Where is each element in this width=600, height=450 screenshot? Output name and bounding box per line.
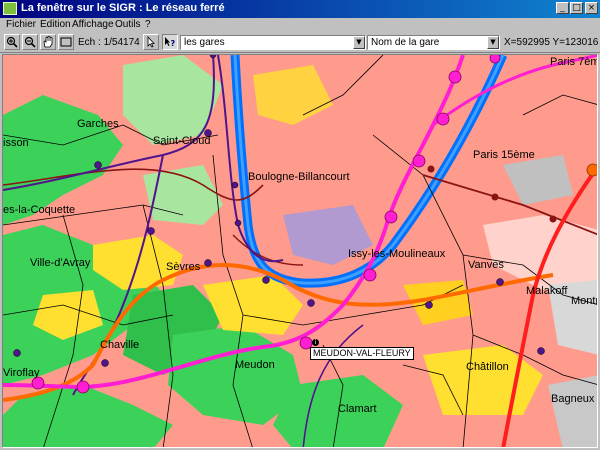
window-title: La fenêtre sur le SIGR : Le réseau ferré (21, 2, 225, 14)
place-label: Clamart (338, 403, 377, 415)
hand-pan-icon (43, 36, 53, 48)
station-marker (101, 359, 109, 367)
chevron-down-icon[interactable]: ▼ (487, 36, 499, 49)
station-marker (307, 299, 315, 307)
place-label: Ville-d'Avray (30, 257, 91, 269)
place-label: Vanves (468, 259, 504, 271)
station-marker (147, 227, 155, 235)
place-label: Meudon (235, 359, 275, 371)
station-marker (384, 210, 398, 224)
place-label: Montr (571, 295, 598, 307)
station-marker (231, 181, 239, 189)
station-marker (204, 259, 212, 267)
pan-button[interactable] (40, 34, 56, 50)
map-view[interactable]: Garches Saint-Cloud Boulogne-Billancourt… (2, 54, 598, 448)
attribute-select[interactable]: Nom de la gare ▼ (367, 35, 500, 50)
menu-outils[interactable]: Outils (115, 19, 141, 30)
place-label: es-la-Coquette (3, 204, 76, 216)
minimize-button[interactable]: _ (556, 2, 569, 14)
station-marker (448, 70, 462, 84)
close-button[interactable]: × (585, 2, 598, 14)
place-label: Châtillon (466, 361, 509, 373)
query-pointer-button[interactable]: ? (162, 34, 178, 50)
station-marker (537, 347, 545, 355)
place-label: Garches (77, 118, 119, 130)
place-label: Sèvres (166, 261, 201, 273)
station-marker (76, 380, 90, 394)
station-marker (491, 193, 499, 201)
place-label: Paris 7ème (550, 56, 597, 68)
station-marker (412, 154, 426, 168)
scale-label: Ech : 1/54174 (78, 37, 140, 48)
place-label: Paris 15ème (473, 149, 535, 161)
station-tooltip: MEUDON-VAL-FLEURY (310, 347, 414, 360)
place-label: Boulogne-Billancourt (248, 171, 350, 183)
rectangle-select-icon (60, 37, 72, 47)
station-marker (586, 163, 597, 177)
station-marker (425, 301, 433, 309)
chevron-down-icon[interactable]: ▼ (353, 36, 365, 49)
layer-select[interactable]: les gares ▼ (180, 35, 366, 50)
menu-bar: Fichier Edition Affichage Outils ? (0, 18, 600, 32)
svg-text:?: ? (171, 39, 176, 48)
app-icon (3, 2, 17, 15)
station-marker (363, 268, 377, 282)
place-label: Malakoff (526, 285, 568, 297)
place-label: Issy-les-Moulineaux (348, 248, 446, 260)
place-label: Saint-Cloud (153, 135, 211, 147)
station-markers-orange[interactable] (586, 163, 598, 177)
attribute-select-value: Nom de la gare (371, 37, 440, 48)
zoom-in-icon (6, 36, 18, 48)
station-marker (549, 215, 557, 223)
rectangle-select-button[interactable] (58, 34, 74, 50)
station-marker (489, 55, 501, 64)
station-marker (234, 219, 242, 227)
toolbar: Ech : 1/54174 ? les gares ▼ Nom de la ga… (0, 32, 600, 53)
station-marker (262, 276, 270, 284)
maximize-button[interactable]: □ (570, 2, 583, 14)
menu-edition[interactable]: Edition (40, 19, 71, 30)
title-bar: La fenêtre sur le SIGR : Le réseau ferré… (0, 0, 600, 18)
place-label: Bagneux (551, 393, 595, 405)
info-icon: i (312, 339, 319, 346)
menu-fichier[interactable]: Fichier (6, 19, 36, 30)
select-pointer-button[interactable] (143, 34, 159, 50)
query-pointer-icon: ? (165, 37, 176, 48)
station-marker (94, 161, 102, 169)
zoom-out-icon (24, 36, 36, 48)
station-marker (496, 278, 504, 286)
station-marker (427, 165, 435, 173)
menu-help[interactable]: ? (145, 19, 151, 30)
station-marker (13, 349, 21, 357)
coordinates-readout: X=592995 Y=123016 (504, 37, 599, 48)
zoom-in-button[interactable] (4, 34, 20, 50)
zoom-out-button[interactable] (22, 34, 38, 50)
menu-affichage[interactable]: Affichage (72, 19, 114, 30)
arrow-pointer-icon (147, 36, 155, 48)
place-label: Chaville (100, 339, 140, 351)
place-label: Viroflay (3, 367, 40, 379)
place-label: isson (3, 137, 29, 149)
layer-select-value: les gares (184, 37, 225, 48)
map-canvas[interactable] (3, 55, 598, 448)
station-marker (436, 112, 450, 126)
